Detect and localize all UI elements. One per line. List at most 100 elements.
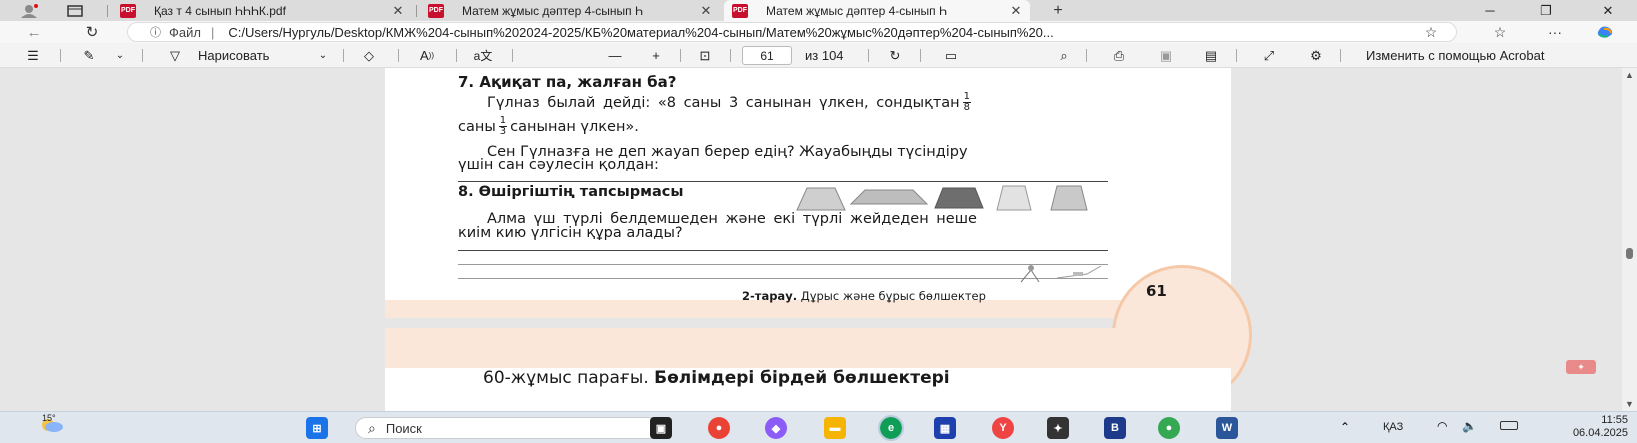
tab-2[interactable]: PDF Матем жұмыс дәптер 4-сынып Һ ✕ <box>420 0 720 21</box>
copilot-icon[interactable] <box>1593 23 1617 41</box>
save-icon[interactable]: ▣ <box>1155 46 1177 65</box>
q7-line2-post: санынан үлкен». <box>510 118 639 135</box>
toolbar-separator <box>868 49 869 62</box>
volume-icon[interactable]: 🔈 <box>1462 419 1477 433</box>
info-icon[interactable]: ⓘ <box>150 24 161 40</box>
url-text[interactable]: C:/Users/Нургуль/Desktop/КМЖ%204-сынып%2… <box>228 25 1456 40</box>
fit-page-icon[interactable]: ⊡ <box>694 46 716 65</box>
edge-icon[interactable]: e <box>878 415 904 441</box>
clock[interactable]: 11:55 06.04.2025 <box>1538 414 1628 440</box>
chrome-icon[interactable]: ● <box>708 417 730 439</box>
weather-widget[interactable]: 15° <box>36 413 68 441</box>
b-app-icon[interactable]: B <box>1104 417 1126 439</box>
file-explorer-icon[interactable]: ▬ <box>824 417 846 439</box>
chrome-profile-icon[interactable]: ● <box>1158 417 1180 439</box>
zoom-in-icon[interactable]: + <box>645 46 667 65</box>
translate-icon[interactable]: a文 <box>470 46 496 65</box>
settings-icon[interactable]: ⚙ <box>1305 46 1327 65</box>
favorites-icon[interactable]: ☆ <box>1488 23 1512 41</box>
dropbox-icon[interactable]: ✦ <box>1047 417 1069 439</box>
toolbar-separator <box>1086 49 1087 62</box>
file-label: Файл <box>169 24 201 40</box>
fraction: 13 <box>498 116 508 137</box>
draw-icon[interactable]: ▽ <box>164 46 186 65</box>
url-field[interactable]: ⓘ Файл | C:/Users/Нургуль/Desktop/КМЖ%20… <box>127 22 1457 42</box>
tab-3-active[interactable]: PDF Матем жұмыс дәптер 4-сынып Һ ✕ <box>724 0 1030 21</box>
pdf-toolbar: ☰ ✎ ⌄ ▽ Нарисовать ⌄ ◇ A)) a文 — + ⊡ 61 и… <box>0 43 1637 68</box>
task-view-icon[interactable]: ▣ <box>650 417 672 439</box>
zoom-out-icon[interactable]: — <box>604 46 626 65</box>
acrobat-label: Изменить с помощью Acrobat <box>1366 48 1545 63</box>
yandex-icon[interactable]: Y <box>992 417 1014 439</box>
acrobat-icon[interactable]: ✦ <box>1566 360 1596 374</box>
draw-button[interactable]: Нарисовать <box>198 46 269 65</box>
close-window-icon[interactable]: ✕ <box>1585 0 1631 21</box>
fraction: 18 <box>962 92 972 113</box>
scroll-up-icon[interactable]: ▲ <box>1625 70 1634 80</box>
minimize-icon[interactable]: ─ <box>1467 0 1513 21</box>
scroll-thumb[interactable] <box>1626 248 1633 259</box>
clock-date: 06.04.2025 <box>1572 427 1628 439</box>
erase-icon[interactable]: ◇ <box>358 46 380 65</box>
word-icon[interactable]: W <box>1216 417 1238 439</box>
read-aloud-icon[interactable]: A)) <box>414 46 440 65</box>
toolbar-separator <box>456 49 457 62</box>
print-icon[interactable]: ⎙ <box>1108 46 1130 65</box>
tray-chevron-icon[interactable]: ⌃ <box>1340 420 1350 434</box>
language-indicator[interactable]: ҚАЗ <box>1383 421 1403 433</box>
page-number: 61 <box>1146 282 1167 300</box>
contents-icon[interactable]: ☰ <box>22 46 44 65</box>
clock-time: 11:55 <box>1601 414 1628 426</box>
new-tab-icon[interactable]: + <box>1047 2 1069 19</box>
q7-line4: үшін сан сәулесін қолдан: <box>458 157 659 173</box>
footer-text: 2-тарау. Дұрыс және бұрыс бөлшектер <box>742 289 986 303</box>
close-icon[interactable]: ✕ <box>390 3 406 19</box>
more-icon[interactable]: ··· <box>1543 23 1567 41</box>
tab-label: Матем жұмыс дәптер 4-сынып Һ <box>462 3 643 18</box>
vertical-scrollbar[interactable]: ▲ ▼ <box>1622 68 1637 411</box>
taskbar-search[interactable]: ⌕ Поиск <box>355 417 660 439</box>
close-icon[interactable]: ✕ <box>698 3 714 19</box>
q7-line1-text: Гүлназ былай дейді: «8 саны 3 санынан үл… <box>487 94 960 111</box>
worksheet-heading: Бөлімдері бірдей бөлшектері <box>654 368 950 388</box>
address-bar: ← ↻ ⓘ Файл | C:/Users/Нургуль/Desktop/КМ… <box>0 21 1637 43</box>
scroll-down-icon[interactable]: ▼ <box>1625 399 1634 409</box>
save-as-icon[interactable]: ▤ <box>1200 46 1222 65</box>
restore-icon[interactable]: ❐ <box>1523 0 1569 21</box>
rotate-icon[interactable]: ↻ <box>884 46 906 65</box>
search-icon[interactable]: ⌕ <box>1053 46 1075 65</box>
store-icon[interactable]: ▦ <box>934 417 956 439</box>
chevron-down-icon[interactable]: ⌄ <box>112 46 128 65</box>
q8-line2: киім кию үлгісін құра алады? <box>458 225 683 241</box>
toolbar-separator <box>730 49 731 62</box>
answer-line <box>458 181 1108 182</box>
taskbar: 15° ⊞ ⌕ Поиск ▣ ● ◆ ▬ e ▦ Y ✦ B ● W ⌃ ҚА… <box>0 411 1637 443</box>
eraser-illustration <box>1020 265 1102 283</box>
copilot-app-icon[interactable]: ◆ <box>765 417 787 439</box>
favorite-star-icon[interactable]: ☆ <box>1419 23 1443 41</box>
pdf-icon: PDF <box>120 3 136 18</box>
refresh-icon[interactable]: ↻ <box>80 23 104 41</box>
battery-icon[interactable] <box>1500 421 1518 430</box>
chevron-down-icon[interactable]: ⌄ <box>315 46 331 65</box>
worksheet-title: 60-жұмыс парағы. Бөлімдері бірдей бөлшек… <box>483 368 950 388</box>
toolbar-separator <box>60 49 61 62</box>
toolbar-separator <box>343 49 344 62</box>
close-icon[interactable]: ✕ <box>1008 3 1024 19</box>
tab-actions-icon[interactable] <box>64 2 86 19</box>
profile-icon[interactable] <box>18 2 40 19</box>
acrobat-button[interactable]: Изменить с помощью Acrobat <box>1366 46 1544 65</box>
fullscreen-icon[interactable]: ⤢ <box>1258 46 1280 65</box>
back-icon[interactable]: ← <box>22 23 46 41</box>
page-number-input[interactable]: 61 <box>742 46 792 65</box>
q7-title: 7. Ақиқат па, жалған ба? <box>458 73 677 91</box>
q7-line2-pre: саны <box>458 118 496 135</box>
start-icon[interactable]: ⊞ <box>306 417 328 439</box>
pdf-icon: PDF <box>428 3 444 18</box>
page-view-icon[interactable]: ▭ <box>940 46 962 65</box>
tab-1[interactable]: PDF Қаз т 4 сынып ҺҺҺК.pdf ✕ <box>112 0 412 21</box>
wifi-icon[interactable]: ◠ <box>1437 419 1447 433</box>
pdf-page: 7. Ақиқат па, жалған ба? Гүлназ былай де… <box>385 68 1252 405</box>
tab-bar: PDF Қаз т 4 сынып ҺҺҺК.pdf ✕ PDF Матем ж… <box>0 0 1637 21</box>
highlight-icon[interactable]: ✎ <box>78 46 100 65</box>
